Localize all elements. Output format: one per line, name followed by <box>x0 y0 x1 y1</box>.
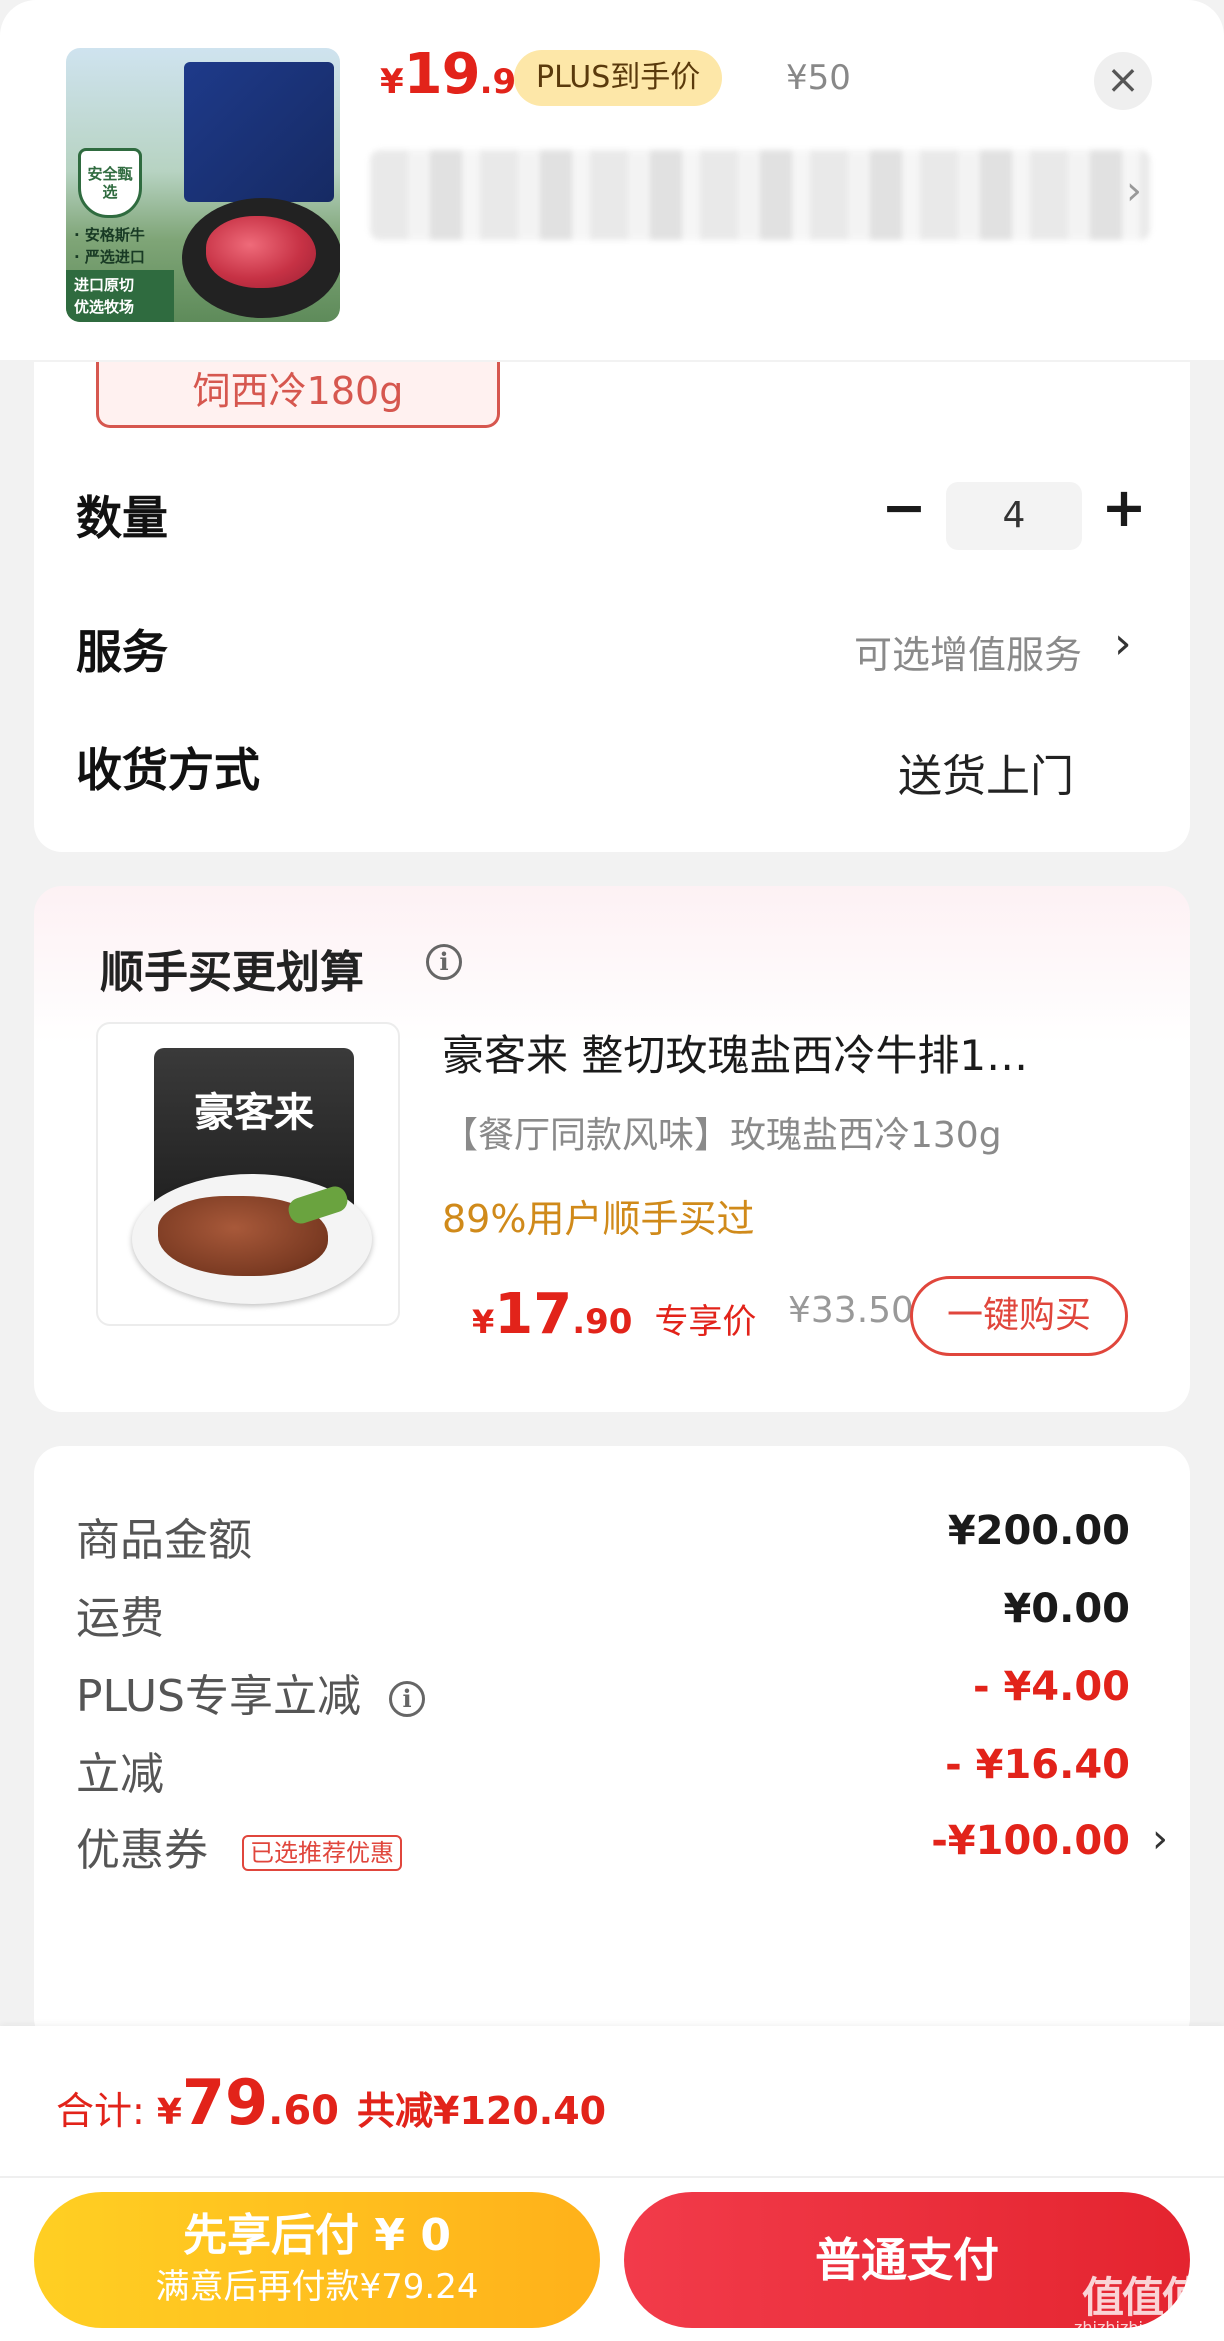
coupon-text: 优惠券 <box>76 1825 208 1876</box>
upsell-original-price: ¥33.50 <box>788 1290 914 1331</box>
total-label: 合计: <box>56 2089 145 2133</box>
bag-brand-text: 豪客来 <box>194 1090 314 1136</box>
upsell-price: ¥ 17 .90 专享价 <box>472 1282 756 1347</box>
thumb-tagline: · 安格斯牛 · 严选进口 <box>74 224 184 268</box>
quantity-plus-button[interactable]: + <box>1094 480 1154 540</box>
plus-discount-label: PLUS专享立减 i <box>76 1660 425 1724</box>
delivery-value[interactable]: 送货上门 <box>898 740 1074 804</box>
price-decimal: .90 <box>572 1302 633 1342</box>
product-header: 安全甄选 · 安格斯牛 · 严选进口 进口原切 优选牧场 ¥ 19 .9 PLU… <box>0 0 1224 360</box>
chevron-right-icon[interactable]: › <box>1114 618 1132 669</box>
blurred-product-title <box>370 150 1150 240</box>
upsell-product-spec: 【餐厅同款风味】玫瑰盐西冷130g <box>442 1115 1002 1156</box>
price-currency: ¥ <box>380 62 404 102</box>
coupon-value[interactable]: -¥100.00 <box>931 1818 1130 1864</box>
bottom-tag-line-2: 优选牧场 <box>74 298 135 316</box>
service-value[interactable]: 可选增值服务 <box>854 624 1082 679</box>
pay-later-sub: 满意后再付款¥79.24 <box>155 2267 479 2307</box>
goods-amount-label: 商品金额 <box>76 1515 252 1566</box>
tagline-line-2: · 严选进口 <box>74 248 145 266</box>
info-icon[interactable]: i <box>389 1681 425 1717</box>
total-saved: 共减¥120.40 <box>357 2089 607 2133</box>
original-price: ¥50 <box>786 58 851 98</box>
goods-amount-value: ¥200.00 <box>947 1508 1130 1554</box>
close-icon[interactable]: × <box>1094 52 1152 110</box>
delivery-label: 收货方式 <box>76 743 260 797</box>
price-integer: 19 <box>403 42 481 107</box>
service-label: 服务 <box>76 625 168 679</box>
tagline-line-1: · 安格斯牛 <box>74 226 145 244</box>
exclusive-price-label: 专享价 <box>654 1302 757 1342</box>
plus-discount-text: PLUS专享立减 <box>76 1671 361 1722</box>
upsell-social-proof: 89%用户顺手买过 <box>442 1197 755 1241</box>
divider <box>0 2176 1224 2178</box>
upsell-card: 顺手买更划算 i 豪客来 豪客来 整切玫瑰盐西冷牛排1… 【餐厅同款风味】玫瑰盐… <box>34 886 1190 1412</box>
variant-chip-selected[interactable]: 饲西冷180g <box>96 362 500 428</box>
upsell-product-thumbnail[interactable]: 豪客来 <box>96 1022 400 1326</box>
price-summary-card: 商品金额 ¥200.00 运费 ¥0.00 PLUS专享立减 i - ¥4.00… <box>34 1446 1190 2046</box>
watermark-logo: 值值值 <box>1081 2273 1204 2322</box>
plus-discount-value: - ¥4.00 <box>972 1664 1130 1710</box>
quantity-minus-button[interactable]: − <box>874 480 934 540</box>
coupon-label: 优惠券 已选推荐优惠 <box>76 1814 402 1878</box>
product-thumbnail[interactable]: 安全甄选 · 安格斯牛 · 严选进口 进口原切 优选牧场 <box>66 48 340 322</box>
total-line: 合计: ¥ 79 .60 共减¥120.40 <box>56 2066 606 2139</box>
quantity-input[interactable]: 4 <box>946 482 1082 550</box>
total-decimal: .60 <box>268 2088 340 2134</box>
chevron-right-icon[interactable]: › <box>1126 168 1142 214</box>
quantity-label: 数量 <box>76 491 168 545</box>
pay-later-button[interactable]: 先享后付 ¥ 0 满意后再付款¥79.24 <box>34 2192 600 2328</box>
coupon-recommend-tag: 已选推荐优惠 <box>242 1835 402 1871</box>
plus-price: ¥ 19 .9 <box>380 42 516 112</box>
price-decimal: .9 <box>479 62 517 102</box>
info-icon[interactable]: i <box>426 944 462 980</box>
total-integer: 79 <box>181 2066 269 2139</box>
price-currency: ¥ <box>472 1303 495 1341</box>
upsell-product-name[interactable]: 豪客来 整切玫瑰盐西冷牛排1… <box>442 1022 1162 1083</box>
safety-badge: 安全甄选 <box>78 148 142 218</box>
instant-discount-value: - ¥16.40 <box>945 1742 1130 1788</box>
total-currency: ¥ <box>156 2092 182 2133</box>
thumb-bottom-tag: 进口原切 优选牧场 <box>66 270 174 322</box>
plus-price-tag: PLUS到手价 <box>514 50 723 106</box>
spec-card: 饲西冷180g 数量 − 4 + 服务 可选增值服务 › 收货方式 送货上门 <box>34 362 1190 852</box>
checkout-bar: 合计: ¥ 79 .60 共减¥120.40 先享后付 ¥ 0 满意后再付款¥7… <box>0 2026 1224 2341</box>
shipping-label: 运费 <box>76 1593 164 1644</box>
steak-image <box>206 216 316 288</box>
upsell-title: 顺手买更划算 <box>100 947 364 998</box>
chevron-right-icon[interactable]: › <box>1152 1816 1168 1862</box>
bottom-tag-line-1: 进口原切 <box>74 276 135 294</box>
price-integer: 17 <box>494 1282 573 1347</box>
watermark-url: zhizhizhi.com <box>1074 2318 1183 2337</box>
one-click-buy-button[interactable]: 一键购买 <box>910 1276 1128 1356</box>
package-image <box>184 62 334 202</box>
shipping-value: ¥0.00 <box>1003 1586 1130 1632</box>
pay-later-main: 先享后付 ¥ 0 <box>183 2210 451 2261</box>
instant-discount-label: 立减 <box>76 1749 164 1800</box>
